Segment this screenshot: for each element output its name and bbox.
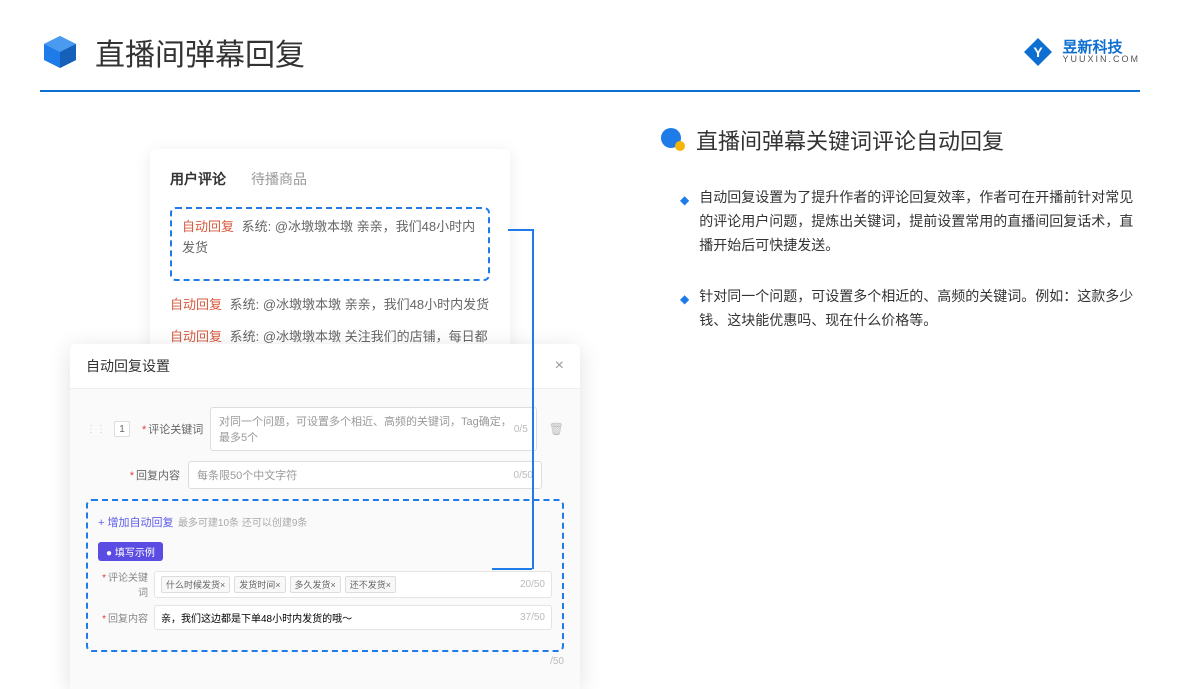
- header-divider: [40, 90, 1140, 92]
- cube-icon: [40, 32, 80, 72]
- example-tag[interactable]: 还不发货×: [345, 576, 396, 593]
- tab-pending-goods[interactable]: 待播商品: [251, 169, 307, 189]
- connector-line: [508, 229, 534, 231]
- highlighted-comment: 自动回复 系统: @冰墩墩本墩 亲亲，我们48小时内发货: [170, 207, 490, 281]
- auto-reply-label: 自动回复: [170, 329, 222, 344]
- diamond-icon: ◆: [680, 190, 689, 257]
- auto-reply-settings-modal: 自动回复设置 × ⋮⋮ 1 *评论关键词 对同一个问题，可设置多个相近、高频的关…: [70, 344, 580, 689]
- trash-icon[interactable]: 🗑: [549, 422, 564, 436]
- keyword-form-row: ⋮⋮ 1 *评论关键词 对同一个问题，可设置多个相近、高频的关键词，Tag确定，…: [86, 407, 564, 451]
- example-tag[interactable]: 多久发货×: [290, 576, 341, 593]
- modal-title: 自动回复设置: [86, 356, 170, 376]
- example-tag[interactable]: 发货时间×: [234, 576, 285, 593]
- screenshot-column: 用户评论 待播商品 自动回复 系统: @冰墩墩本墩 亲亲，我们48小时内发货 自…: [120, 124, 600, 361]
- brand-logo: Y 昱新科技 YUUXIN.COM: [1022, 36, 1140, 68]
- bullet-item: ◆ 自动回复设置为了提升作者的评论回复效率，作者可在开播前针对常见的评论用户问题…: [660, 186, 1140, 257]
- auto-reply-label: 自动回复: [182, 219, 234, 234]
- svg-text:Y: Y: [1034, 44, 1044, 60]
- logo-icon: Y: [1022, 36, 1054, 68]
- example-content-input[interactable]: 亲，我们这边都是下单48小时内发货的哦～ 37/50: [154, 605, 552, 630]
- trailing-counter: /50: [86, 656, 564, 667]
- connector-line: [532, 229, 534, 569]
- example-keyword-row: *评论关键词 什么时候发货× 发货时间× 多久发货× 还不发货× 20/50: [98, 569, 552, 599]
- comments-tabs: 用户评论 待播商品: [170, 169, 490, 189]
- comment-row: 自动回复 系统: @冰墩墩本墩 亲亲，我们48小时内发货: [182, 217, 478, 259]
- rule-index: 1: [114, 421, 130, 437]
- add-hint: 最多可建10条 还可以创建9条: [178, 518, 307, 529]
- comment-row: 自动回复 系统: @冰墩墩本墩 亲亲，我们48小时内发货: [170, 295, 490, 316]
- tab-user-comments[interactable]: 用户评论: [170, 169, 226, 189]
- content-input[interactable]: 每条限50个中文字符 0/50: [188, 461, 542, 489]
- comment-text: 系统: @冰墩墩本墩 亲亲，我们48小时内发货: [230, 297, 490, 312]
- content-form-row: *回复内容 每条限50个中文字符 0/50: [86, 461, 564, 489]
- page-header: 直播间弹幕回复 Y 昱新科技 YUUXIN.COM: [0, 0, 1180, 84]
- example-keyword-input[interactable]: 什么时候发货× 发货时间× 多久发货× 还不发货× 20/50: [154, 571, 552, 598]
- close-icon[interactable]: ×: [555, 357, 564, 375]
- add-auto-reply-link[interactable]: + 增加自动回复: [98, 514, 173, 530]
- diamond-icon: ◆: [680, 289, 689, 333]
- content-label: *回复内容: [120, 467, 180, 483]
- connector-line: [492, 568, 532, 570]
- example-content-row: *回复内容 亲，我们这边都是下单48小时内发货的哦～ 37/50: [98, 605, 552, 630]
- drag-icon[interactable]: ⋮⋮: [86, 424, 106, 435]
- example-section: + 增加自动回复 最多可建10条 还可以创建9条 ● 填写示例 *评论关键词 什…: [86, 499, 564, 652]
- modal-header: 自动回复设置 ×: [70, 344, 580, 389]
- example-tag[interactable]: 什么时候发货×: [161, 576, 230, 593]
- chat-bubble-icon: [660, 127, 686, 153]
- logo-subtext: YUUXIN.COM: [1062, 55, 1140, 64]
- logo-text: 昱新科技: [1062, 40, 1140, 55]
- bullet-item: ◆ 针对同一个问题，可设置多个相近的、高频的关键词。例如：这款多少钱、这块能优惠…: [660, 285, 1140, 333]
- auto-reply-label: 自动回复: [170, 297, 222, 312]
- page-title: 直播间弹幕回复: [95, 30, 305, 74]
- example-badge: ● 填写示例: [98, 542, 163, 561]
- description-column: 直播间弹幕关键词评论自动回复 ◆ 自动回复设置为了提升作者的评论回复效率，作者可…: [630, 124, 1140, 361]
- section-title: 直播间弹幕关键词评论自动回复: [696, 124, 1004, 156]
- keyword-input[interactable]: 对同一个问题，可设置多个相近、高频的关键词，Tag确定，最多5个 0/5: [210, 407, 537, 451]
- keyword-label: *评论关键词: [142, 421, 202, 437]
